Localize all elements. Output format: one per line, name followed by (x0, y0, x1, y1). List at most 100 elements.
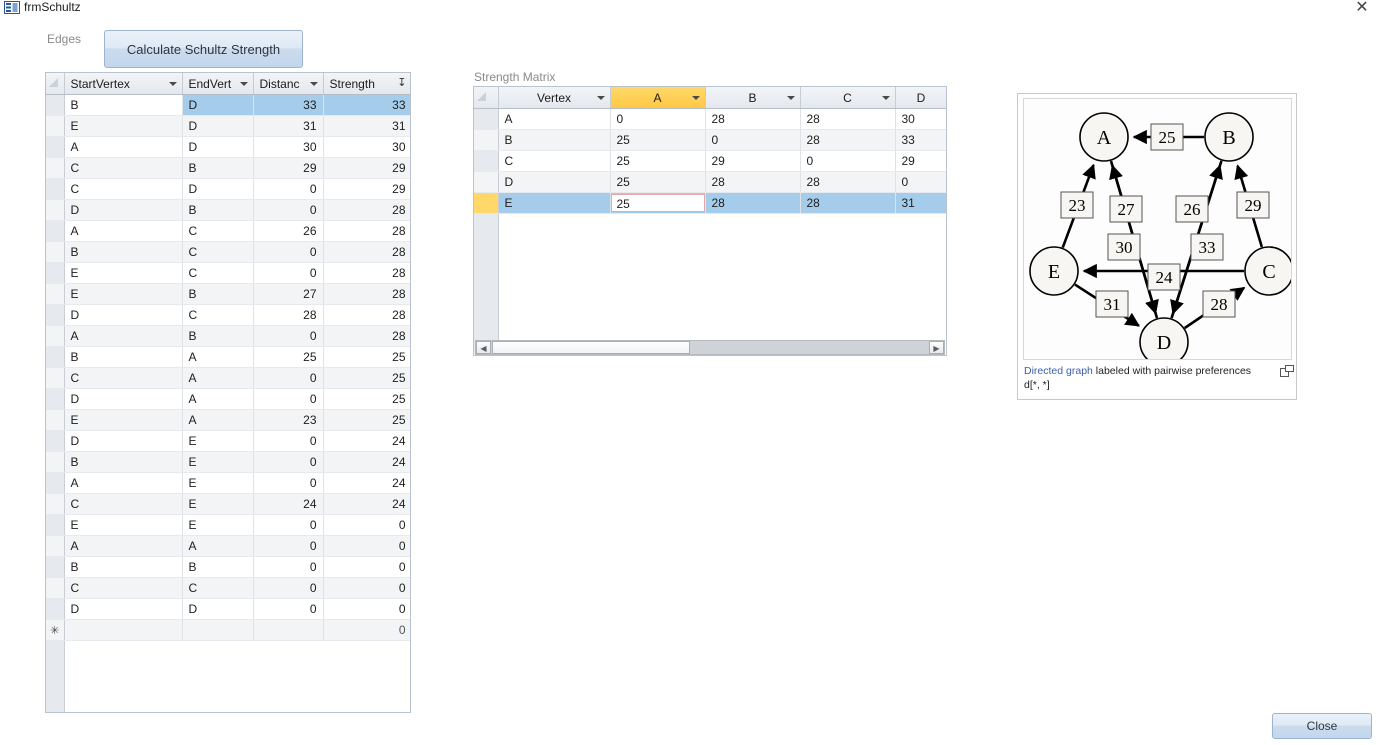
table-row[interactable]: D A 0 25 (46, 388, 410, 410)
cell-endvertex[interactable]: E (182, 493, 254, 515)
cell-endvertex[interactable]: B (182, 157, 254, 179)
cell-endvertex[interactable]: A (182, 388, 254, 410)
cell-startvertex[interactable]: C (64, 577, 183, 599)
column-header-startvertex[interactable]: StartVertex (64, 73, 183, 95)
cell-startvertex[interactable]: E (64, 262, 183, 284)
cell-distance[interactable]: 27 (253, 283, 324, 305)
cell-startvertex[interactable]: A (64, 325, 183, 347)
table-row[interactable]: DD00 (46, 598, 410, 620)
new-record-cell-end[interactable] (182, 619, 254, 641)
cell-strength[interactable]: 28 (323, 262, 410, 284)
cell-distance[interactable]: 0 (253, 535, 324, 557)
cell-distance[interactable]: 0 (253, 178, 324, 200)
table-row[interactable]: E 25 28 28 31 (474, 192, 946, 214)
scroll-left-icon[interactable]: ◀ (476, 341, 491, 354)
cell-strength[interactable]: 0 (323, 556, 410, 578)
row-selector[interactable] (46, 598, 65, 620)
cell-startvertex[interactable]: C (64, 157, 183, 179)
cell-distance[interactable]: 0 (253, 451, 324, 473)
cell-endvertex[interactable]: D (182, 94, 254, 116)
table-row[interactable]: D 25 28 28 0 (474, 171, 946, 193)
new-record-marker[interactable]: ✳ (46, 619, 65, 641)
cell-strength[interactable]: 0 (323, 577, 410, 599)
cell-d[interactable]: 33 (895, 129, 946, 151)
row-selector[interactable] (46, 241, 65, 263)
calculate-schultz-strength-button[interactable]: Calculate Schultz Strength (104, 30, 303, 68)
row-selector[interactable] (46, 409, 65, 431)
cell-d[interactable]: 31 (895, 192, 946, 214)
row-selector[interactable] (46, 346, 65, 368)
cell-b[interactable]: 28 (705, 108, 801, 130)
cell-d[interactable]: 29 (895, 150, 946, 172)
scroll-right-icon[interactable]: ▶ (929, 341, 944, 354)
table-row[interactable]: E B 27 28 (46, 283, 410, 305)
chevron-down-icon[interactable] (168, 82, 177, 86)
cell-endvertex[interactable]: C (182, 577, 254, 599)
cell-distance[interactable]: 0 (253, 325, 324, 347)
table-row[interactable]: B A 25 25 (46, 346, 410, 368)
cell-endvertex[interactable]: A (182, 535, 254, 557)
cell-strength[interactable]: 28 (323, 283, 410, 305)
cell-distance[interactable]: 26 (253, 220, 324, 242)
column-header-b[interactable]: B (705, 87, 801, 109)
cell-c[interactable]: 0 (800, 150, 896, 172)
cell-vertex[interactable]: C (498, 150, 611, 172)
column-header-vertex[interactable]: Vertex (498, 87, 611, 109)
cell-strength[interactable]: 25 (323, 367, 410, 389)
row-selector[interactable] (46, 262, 65, 284)
cell-startvertex[interactable]: A (64, 220, 183, 242)
row-selector[interactable] (474, 192, 499, 214)
cell-startvertex[interactable]: B (64, 451, 183, 473)
chevron-down-icon[interactable] (309, 82, 318, 86)
row-selector[interactable] (46, 157, 65, 179)
cell-startvertex[interactable]: C (64, 367, 183, 389)
cell-vertex[interactable]: D (498, 171, 611, 193)
cell-strength[interactable]: 29 (323, 157, 410, 179)
cell-strength[interactable]: 28 (323, 220, 410, 242)
cell-b[interactable]: 28 (705, 171, 801, 193)
cell-distance[interactable]: 24 (253, 493, 324, 515)
cell-strength[interactable]: 0 (323, 598, 410, 620)
strength-matrix-datasheet[interactable]: Vertex A B C D A 0 28 28 30 B 25 0 28 33… (473, 86, 947, 356)
row-selector[interactable] (46, 115, 65, 137)
table-row[interactable]: C D 0 29 (46, 178, 410, 200)
cell-startvertex[interactable]: B (64, 94, 183, 116)
cell-endvertex[interactable]: D (182, 115, 254, 137)
cell-strength[interactable]: 28 (323, 199, 410, 221)
cell-strength[interactable]: 24 (323, 472, 410, 494)
table-row[interactable]: C 25 29 0 29 (474, 150, 946, 172)
table-row[interactable]: E A 23 25 (46, 409, 410, 431)
table-row[interactable]: E D 31 31 (46, 115, 410, 137)
table-row[interactable]: A D 30 30 (46, 136, 410, 158)
cell-a[interactable]: 25 (610, 150, 706, 172)
cell-strength[interactable]: 25 (323, 388, 410, 410)
sort-descending-icon[interactable]: ↧ (397, 77, 406, 89)
table-row[interactable]: EE00 (46, 514, 410, 536)
cell-strength[interactable]: 28 (323, 241, 410, 263)
scrollbar-track[interactable] (690, 341, 929, 354)
cell-endvertex[interactable]: B (182, 325, 254, 347)
window-close-icon[interactable]: ✕ (1352, 0, 1372, 17)
table-row[interactable]: B C 0 28 (46, 241, 410, 263)
cell-endvertex[interactable]: C (182, 241, 254, 263)
cell-strength[interactable]: 28 (323, 325, 410, 347)
edges-datasheet[interactable]: StartVertex EndVert Distanc Strength ↧ B… (45, 72, 411, 713)
cell-distance[interactable]: 0 (253, 241, 324, 263)
column-header-d[interactable]: D (895, 87, 946, 109)
cell-vertex[interactable]: E (498, 192, 611, 214)
table-row[interactable]: D E 0 24 (46, 430, 410, 452)
row-selector[interactable] (474, 129, 499, 151)
cell-distance[interactable]: 0 (253, 367, 324, 389)
row-selector[interactable] (46, 220, 65, 242)
new-record-row[interactable]: ✳ 0 (46, 619, 410, 641)
cell-endvertex[interactable]: A (182, 367, 254, 389)
cell-c[interactable]: 28 (800, 192, 896, 214)
column-header-a[interactable]: A (610, 87, 706, 109)
cell-startvertex[interactable]: D (64, 304, 183, 326)
cell-startvertex[interactable]: D (64, 388, 183, 410)
cell-endvertex[interactable]: E (182, 451, 254, 473)
cell-d[interactable]: 0 (895, 171, 946, 193)
cell-distance[interactable]: 23 (253, 409, 324, 431)
cell-a[interactable]: 25 (610, 171, 706, 193)
column-header-strength[interactable]: Strength ↧ (323, 73, 410, 95)
